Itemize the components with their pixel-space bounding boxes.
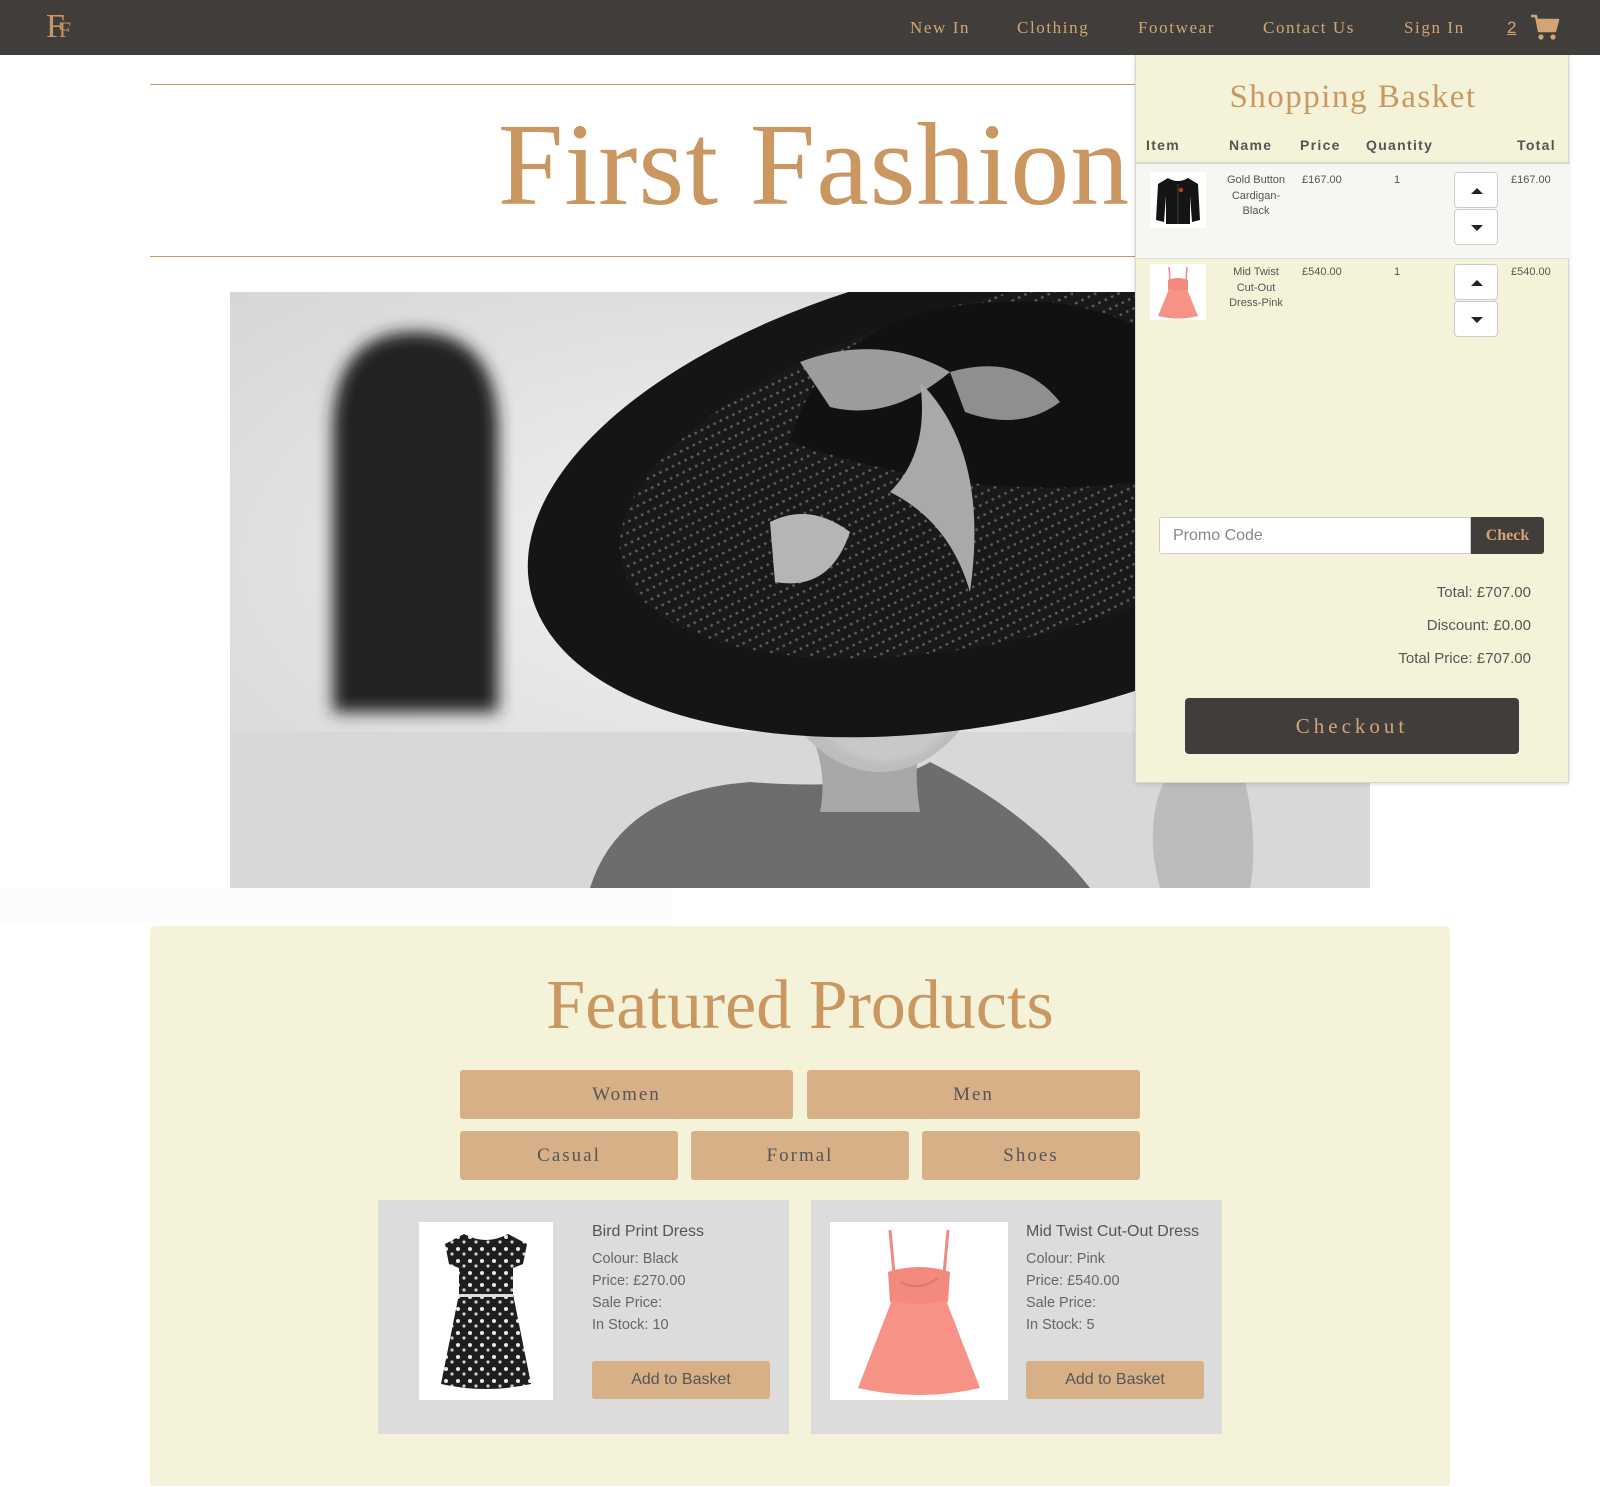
- basket-row: Mid Twist Cut-Out Dress-Pink £540.00 1 £…: [1136, 259, 1570, 353]
- basket-header-total: Total: [1517, 137, 1556, 153]
- product-image[interactable]: [830, 1222, 1008, 1400]
- quantity-decrease-button[interactable]: [1454, 209, 1498, 245]
- title-rule-bottom: [150, 256, 1285, 257]
- product-sale-price: Sale Price:: [1026, 1295, 1097, 1311]
- category-formal-button[interactable]: Formal: [691, 1131, 909, 1180]
- basket-item-quantity: 1: [1394, 174, 1401, 186]
- basket-header-name: Name: [1229, 137, 1273, 153]
- product-image[interactable]: [419, 1222, 553, 1400]
- basket-discount: Discount: £0.00: [1426, 617, 1531, 634]
- promo-code-input[interactable]: [1159, 517, 1471, 554]
- product-sale-price: Sale Price:: [592, 1295, 663, 1311]
- basket-total: Total: £707.00: [1436, 584, 1531, 601]
- basket-item-price: £540.00: [1302, 266, 1342, 278]
- check-promo-button[interactable]: Check: [1471, 517, 1544, 554]
- featured-products-section: Featured Products Women Men Casual Forma…: [150, 926, 1450, 1486]
- basket-title: Shopping Basket: [1229, 79, 1477, 115]
- category-casual-button[interactable]: Casual: [460, 1131, 678, 1180]
- product-price: Price: £270.00: [592, 1273, 686, 1289]
- quantity-increase-button[interactable]: [1454, 264, 1498, 300]
- basket-item-image: [1150, 264, 1206, 320]
- category-women-button[interactable]: Women: [460, 1070, 793, 1119]
- product-name[interactable]: Mid Twist Cut-Out Dress: [1026, 1222, 1199, 1242]
- basket-header-item: Item: [1146, 137, 1180, 153]
- cardigan-image: [1156, 178, 1200, 224]
- product-name[interactable]: Bird Print Dress: [592, 1222, 704, 1242]
- product-price: Price: £540.00: [1026, 1273, 1120, 1289]
- basket-total-price: Total Price: £707.00: [1398, 650, 1531, 667]
- top-navbar: FF New In Clothing Footwear Contact Us S…: [0, 0, 1600, 55]
- product-stock: In Stock: 5: [1026, 1317, 1095, 1333]
- basket-item-name: Mid Twist Cut-Out Dress-Pink: [1229, 266, 1283, 309]
- title-rule-top: [150, 84, 1285, 85]
- basket-row: Gold Button Cardigan-Black £167.00 1 £16…: [1136, 164, 1570, 258]
- shopping-basket-panel: Shopping Basket Item Name Price Quantity…: [1135, 55, 1570, 783]
- product-colour: Colour: Pink: [1026, 1251, 1105, 1267]
- pink-dress-image: [858, 1229, 980, 1395]
- category-shoes-button[interactable]: Shoes: [922, 1131, 1140, 1180]
- featured-title: Featured Products: [546, 967, 1054, 1044]
- basket-item-quantity: 1: [1394, 266, 1401, 278]
- add-to-basket-button[interactable]: Add to Basket: [1026, 1361, 1204, 1399]
- basket-item-total: £540.00: [1511, 266, 1551, 278]
- basket-header-price: Price: [1300, 137, 1341, 153]
- quantity-decrease-button[interactable]: [1454, 301, 1498, 337]
- quantity-increase-button[interactable]: [1454, 172, 1498, 208]
- caret-up-icon: [1471, 280, 1483, 286]
- caret-up-icon: [1471, 188, 1483, 194]
- category-men-button[interactable]: Men: [807, 1070, 1140, 1119]
- product-card: Mid Twist Cut-Out Dress Colour: Pink Pri…: [811, 1200, 1222, 1434]
- caret-down-icon: [1471, 225, 1483, 231]
- bird-print-dress-image: [441, 1234, 531, 1389]
- caret-down-icon: [1471, 317, 1483, 323]
- nav-link-new-in[interactable]: New In: [910, 18, 970, 38]
- basket-item-total: £167.00: [1511, 174, 1551, 186]
- basket-item-image: [1150, 172, 1206, 228]
- nav-link-footwear[interactable]: Footwear: [1138, 18, 1215, 38]
- nav-link-contact-us[interactable]: Contact Us: [1263, 18, 1355, 38]
- basket-header-quantity: Quantity: [1366, 137, 1434, 153]
- basket-item-price: £167.00: [1302, 174, 1342, 186]
- basket-item-name: Gold Button Cardigan-Black: [1226, 174, 1286, 217]
- cart-count[interactable]: 2: [1507, 18, 1516, 38]
- checkout-button[interactable]: Checkout: [1185, 698, 1519, 754]
- divider-strip: [0, 888, 672, 922]
- product-stock: In Stock: 10: [592, 1317, 669, 1333]
- add-to-basket-button[interactable]: Add to Basket: [592, 1361, 770, 1399]
- cart-icon[interactable]: [1530, 12, 1560, 42]
- product-colour: Colour: Black: [592, 1251, 679, 1267]
- pink-dress-thumb: [1158, 266, 1198, 319]
- nav-link-clothing[interactable]: Clothing: [1017, 18, 1089, 38]
- site-logo[interactable]: FF: [46, 8, 71, 49]
- nav-link-sign-in[interactable]: Sign In: [1404, 18, 1465, 38]
- product-card: Bird Print Dress Colour: Black Price: £2…: [378, 1200, 789, 1434]
